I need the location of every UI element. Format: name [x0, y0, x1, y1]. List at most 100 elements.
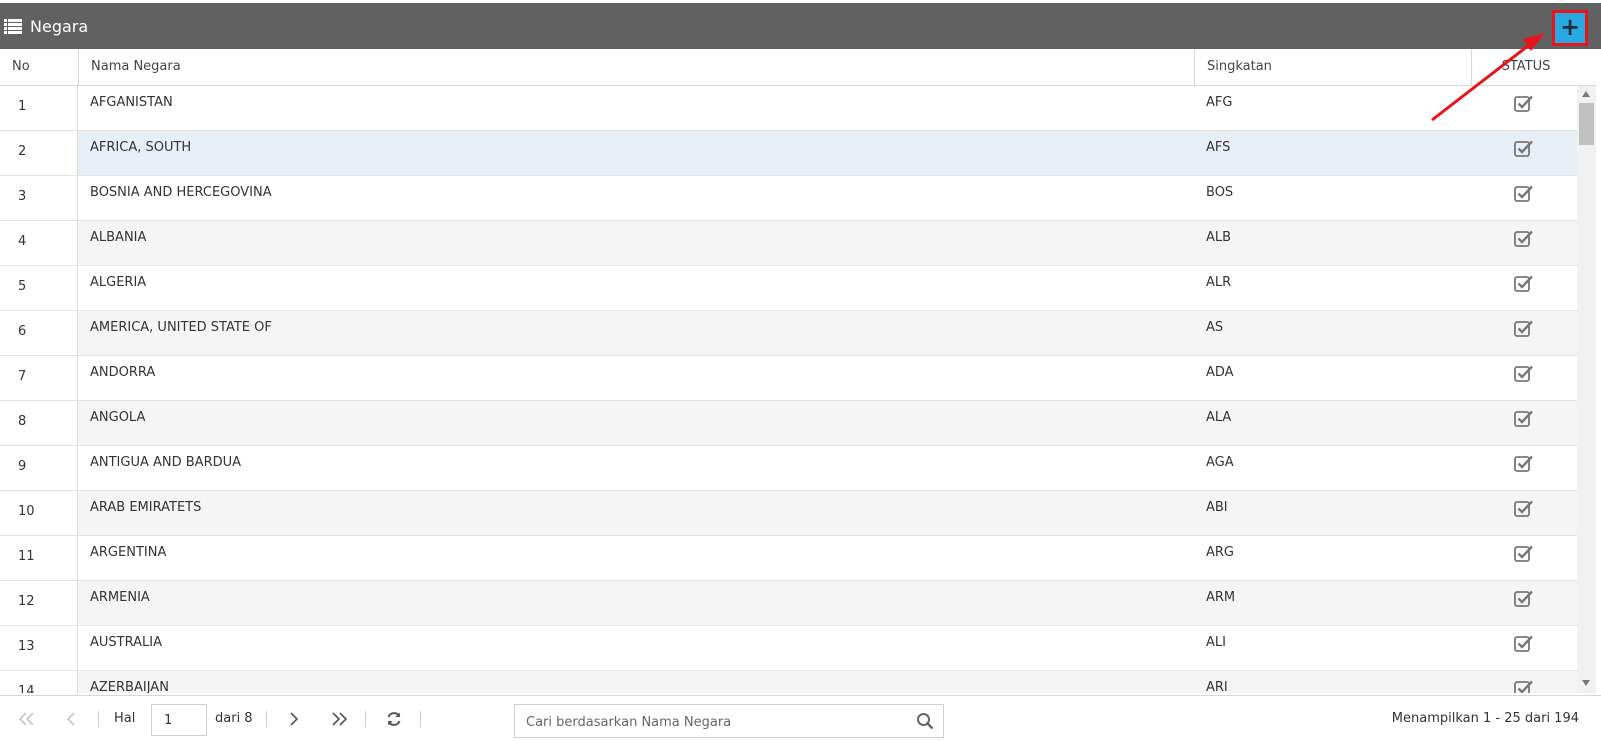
divider [420, 711, 421, 727]
checked-square-icon[interactable] [1514, 185, 1534, 206]
scroll-down-icon[interactable] [1582, 680, 1590, 686]
country-name: ALGERIA [90, 275, 147, 290]
country-name: ANDORRA [90, 365, 156, 380]
row-number: 11 [0, 536, 78, 580]
country-name: ALBANIA [90, 230, 147, 245]
status-cell [1471, 491, 1577, 535]
last-page-button[interactable] [330, 696, 348, 741]
panel-header: Negara + [0, 3, 1601, 49]
country-abbreviation: ARM [1206, 590, 1236, 605]
country-abbreviation: ALI [1206, 635, 1226, 650]
status-cell [1471, 266, 1577, 310]
country-name: ANTIGUA AND BARDUA [90, 455, 242, 470]
status-cell [1471, 131, 1577, 175]
table-row[interactable]: 6 AMERICA, UNITED STATE OF AS [0, 311, 1577, 356]
status-cell [1471, 446, 1577, 490]
prev-page-button[interactable] [66, 696, 76, 741]
country-abbreviation: ALR [1206, 275, 1232, 290]
table-row[interactable]: 4 ALBANIA ALB [0, 221, 1577, 266]
table-row[interactable]: 2 AFRICA, SOUTH AFS [0, 131, 1577, 176]
country-abbreviation: ALA [1206, 410, 1232, 425]
divider [365, 711, 366, 727]
row-number: 1 [0, 86, 78, 130]
row-number: 14 [0, 671, 78, 693]
country-name: BOSNIA AND HERCEGOVINA [90, 185, 272, 200]
country-name: ARAB EMIRATETS [90, 500, 202, 515]
country-abbreviation: AS [1206, 320, 1224, 335]
status-cell [1471, 86, 1577, 130]
status-cell [1471, 356, 1577, 400]
table-body: 1 AFGANISTAN AFG 2 AFRICA, SOUTH AFS 3 BOSNIA A… [0, 86, 1577, 693]
checked-square-icon[interactable] [1514, 230, 1534, 251]
double-chevron-right-icon [332, 711, 348, 726]
table-row[interactable]: 5 ALGERIA ALR [0, 266, 1577, 311]
status-cell [1471, 311, 1577, 355]
checked-square-icon[interactable] [1514, 275, 1534, 296]
row-number: 7 [0, 356, 78, 400]
status-cell [1471, 626, 1577, 670]
pagination-bar: Hal dari 8 Menampilkan 1 - 25 dari 194 [0, 695, 1601, 741]
checked-square-icon[interactable] [1514, 320, 1534, 341]
chevron-left-icon [66, 711, 75, 726]
country-abbreviation: ADA [1206, 365, 1234, 380]
country-name: ARGENTINA [90, 545, 167, 560]
checked-square-icon[interactable] [1514, 410, 1534, 431]
divider [266, 711, 267, 727]
list-icon [4, 19, 22, 38]
panel-title: Negara [30, 17, 89, 36]
search-input[interactable] [515, 705, 908, 739]
table-row[interactable]: 11 ARGENTINA ARG [0, 536, 1577, 581]
column-header-country-name[interactable]: Nama Negara [78, 49, 1194, 85]
table-row[interactable]: 10 ARAB EMIRATETS ABI [0, 491, 1577, 536]
table-row[interactable]: 3 BOSNIA AND HERCEGOVINA BOS [0, 176, 1577, 221]
checked-square-icon[interactable] [1514, 590, 1534, 611]
table-row[interactable]: 12 ARMENIA ARM [0, 581, 1577, 626]
table-row[interactable]: 13 AUSTRALIA ALI [0, 626, 1577, 671]
country-name: AFRICA, SOUTH [90, 140, 192, 155]
vertical-scrollbar[interactable] [1577, 86, 1596, 693]
checked-square-icon[interactable] [1514, 365, 1534, 386]
first-page-button[interactable] [18, 696, 36, 741]
checked-square-icon[interactable] [1514, 545, 1534, 566]
checked-square-icon[interactable] [1514, 95, 1534, 116]
checked-square-icon[interactable] [1514, 500, 1534, 521]
add-country-button[interactable]: + [1552, 10, 1588, 46]
table-row[interactable]: 7 ANDORRA ADA [0, 356, 1577, 401]
column-header-status[interactable]: STATUS [1471, 49, 1580, 85]
row-number: 10 [0, 491, 78, 535]
country-abbreviation: ALB [1206, 230, 1232, 245]
next-page-button[interactable] [289, 696, 299, 741]
country-abbreviation: ARG [1206, 545, 1234, 560]
page-number-input[interactable] [151, 704, 207, 736]
page-label: Hal [114, 711, 136, 726]
row-number: 13 [0, 626, 78, 670]
checked-square-icon[interactable] [1514, 635, 1534, 656]
status-cell [1471, 401, 1577, 445]
table-row[interactable]: 8 ANGOLA ALA [0, 401, 1577, 446]
country-name: AUSTRALIA [90, 635, 162, 650]
column-header-no[interactable]: No [12, 49, 30, 85]
country-name: ANGOLA [90, 410, 146, 425]
row-number: 5 [0, 266, 78, 310]
checked-square-icon[interactable] [1514, 680, 1534, 693]
checked-square-icon[interactable] [1514, 140, 1534, 161]
row-number: 8 [0, 401, 78, 445]
refresh-icon [387, 711, 401, 726]
scrollbar-thumb[interactable] [1579, 103, 1594, 145]
refresh-button[interactable] [385, 696, 403, 741]
record-summary: Menampilkan 1 - 25 dari 194 [1391, 711, 1579, 726]
column-header-abbreviation[interactable]: Singkatan [1194, 49, 1471, 85]
table-row[interactable]: 14 AZERBAIJAN ARI [0, 671, 1577, 693]
double-chevron-left-icon [18, 711, 34, 726]
row-number: 3 [0, 176, 78, 220]
scroll-up-icon[interactable] [1582, 91, 1590, 97]
country-name: AZERBAIJAN [90, 680, 169, 693]
table-row[interactable]: 9 ANTIGUA AND BARDUA AGA [0, 446, 1577, 491]
search-icon[interactable] [916, 712, 934, 734]
table-row[interactable]: 1 AFGANISTAN AFG [0, 86, 1577, 131]
row-number: 2 [0, 131, 78, 175]
status-cell [1471, 176, 1577, 220]
total-pages-label: dari 8 [215, 711, 253, 726]
checked-square-icon[interactable] [1514, 455, 1534, 476]
country-abbreviation: AGA [1206, 455, 1234, 470]
